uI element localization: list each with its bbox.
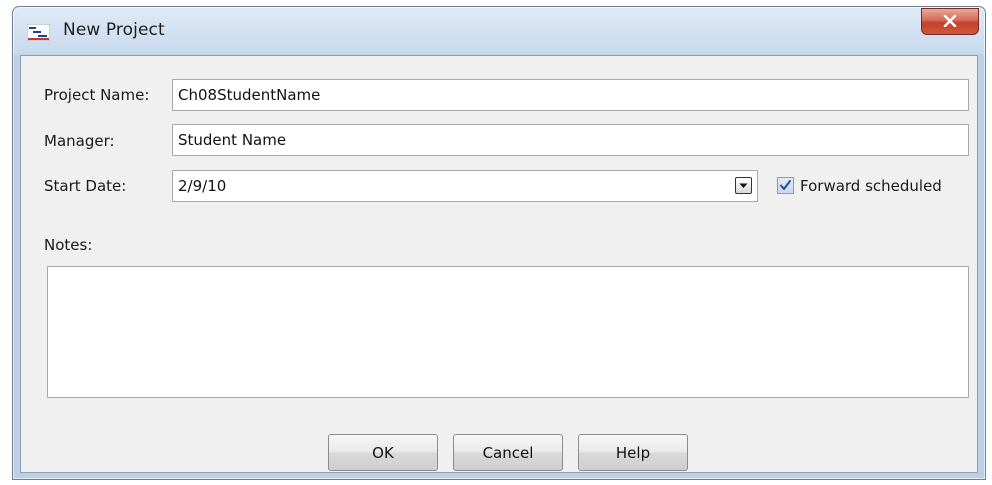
cancel-button[interactable]: Cancel: [453, 434, 563, 471]
dialog-body: Project Name: Ch08StudentName Manager: S…: [20, 55, 978, 473]
help-button-label: Help: [615, 443, 651, 462]
ok-button-label: OK: [372, 443, 394, 462]
new-project-dialog: New Project Project Name: Ch08StudentNam…: [12, 6, 986, 480]
start-date-combobox[interactable]: 2/9/10: [172, 170, 758, 202]
help-button[interactable]: Help: [578, 434, 688, 471]
manager-value: Student Name: [178, 131, 287, 149]
start-date-label: Start Date:: [44, 177, 127, 195]
title-bar[interactable]: New Project: [13, 7, 985, 56]
project-name-value: Ch08StudentName: [178, 86, 321, 104]
start-date-value: 2/9/10: [178, 177, 227, 195]
notes-textarea[interactable]: [47, 266, 969, 398]
ok-button[interactable]: OK: [328, 434, 438, 471]
cancel-button-label: Cancel: [482, 443, 534, 462]
gantt-chart-icon: [26, 23, 51, 42]
forward-scheduled-checkbox[interactable]: [777, 177, 794, 194]
close-icon: [943, 12, 957, 31]
manager-input[interactable]: Student Name: [172, 124, 969, 156]
start-date-dropdown-button[interactable]: [735, 177, 752, 194]
dialog-title: New Project: [63, 20, 165, 40]
manager-label: Manager:: [44, 132, 115, 150]
project-name-label: Project Name:: [44, 86, 150, 104]
close-button[interactable]: [921, 8, 979, 35]
notes-label: Notes:: [44, 236, 93, 254]
project-name-input[interactable]: Ch08StudentName: [172, 79, 969, 111]
forward-scheduled-label[interactable]: Forward scheduled: [800, 177, 942, 195]
